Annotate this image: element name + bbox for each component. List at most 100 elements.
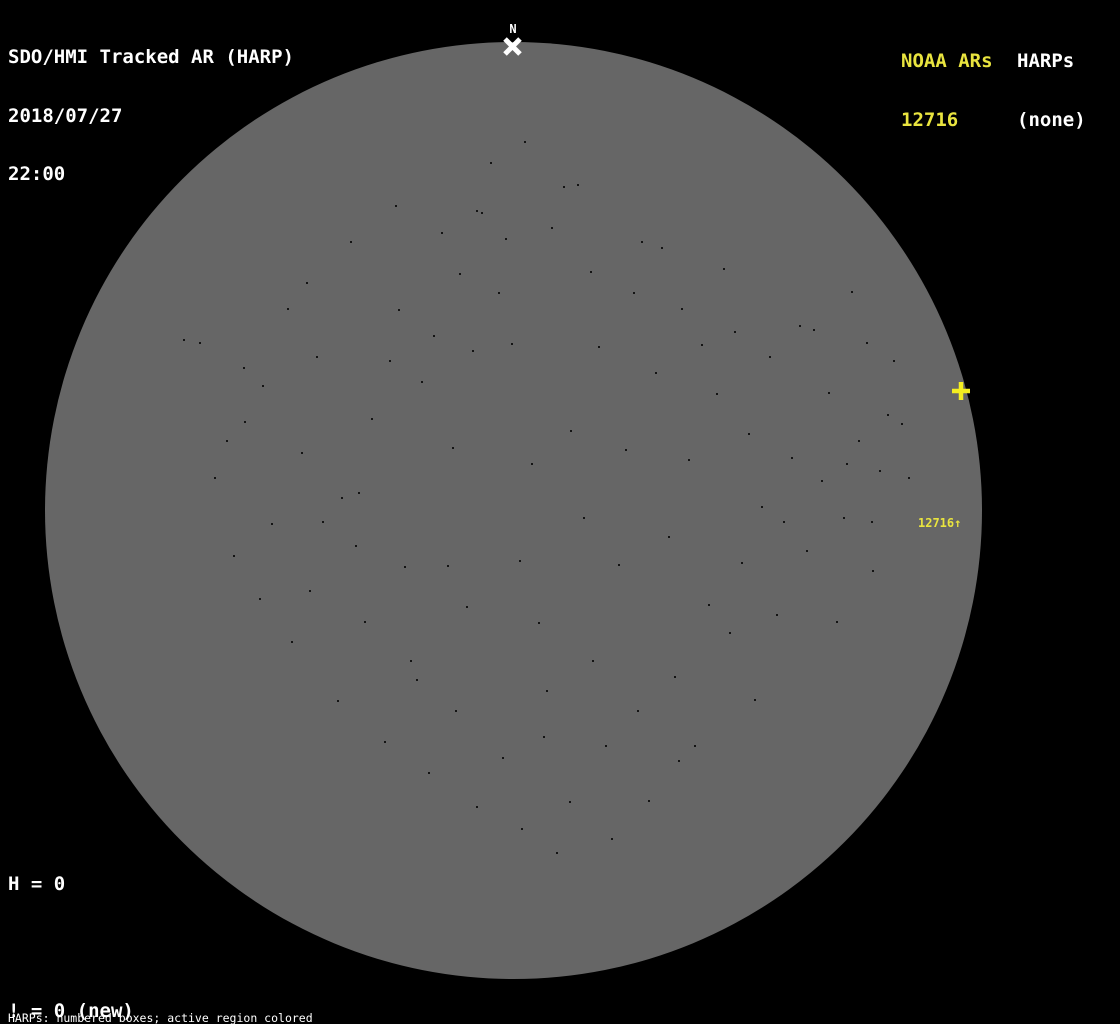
noise-dot <box>633 292 635 294</box>
noise-dot <box>741 562 743 564</box>
noise-dot <box>563 186 565 188</box>
noise-dot <box>556 852 558 854</box>
noise-dot <box>748 433 750 435</box>
noise-dot <box>887 414 889 416</box>
noise-dot <box>611 838 613 840</box>
noise-dot <box>301 452 303 454</box>
noise-dot <box>846 463 848 465</box>
noise-dot <box>872 570 874 572</box>
noise-dot <box>668 536 670 538</box>
noise-dot <box>648 800 650 802</box>
noise-dot <box>490 162 492 164</box>
noise-dot <box>476 210 478 212</box>
north-x-marker-icon <box>503 37 522 56</box>
noise-dot <box>519 560 521 562</box>
caption-harps: HARPs: numbered boxes; active region col… <box>8 1011 313 1024</box>
page-title: SDO/HMI Tracked AR (HARP) <box>8 46 294 68</box>
noise-dot <box>521 828 523 830</box>
noise-dot <box>472 350 474 352</box>
noise-dot <box>404 566 406 568</box>
noise-dot <box>476 806 478 808</box>
noaa-ars-header: NOAA ARs <box>901 50 993 72</box>
noise-dot <box>661 247 663 249</box>
noise-dot <box>337 700 339 702</box>
noise-dot <box>858 440 860 442</box>
noise-dot <box>244 421 246 423</box>
noise-dot <box>893 360 895 362</box>
noise-dot <box>592 660 594 662</box>
harps-header: HARPs <box>1017 50 1075 72</box>
noise-dot <box>625 449 627 451</box>
noise-dot <box>452 447 454 449</box>
noise-dot <box>871 521 873 523</box>
noise-dot <box>309 590 311 592</box>
noise-dot <box>389 360 391 362</box>
noaa-ar-number: 12716 <box>901 108 959 131</box>
noise-dot <box>364 621 366 623</box>
noise-dot <box>674 676 676 678</box>
noise-dot <box>806 550 808 552</box>
noise-dot <box>433 335 435 337</box>
noise-dot <box>358 492 360 494</box>
noise-dot <box>641 241 643 243</box>
noise-dot <box>214 477 216 479</box>
noise-dot <box>243 367 245 369</box>
noise-dot <box>259 598 261 600</box>
noise-dot <box>570 430 572 432</box>
noise-dot <box>350 241 352 243</box>
noise-dot <box>637 710 639 712</box>
noise-dot <box>851 291 853 293</box>
noise-dot <box>416 679 418 681</box>
noise-dot <box>502 757 504 759</box>
caption-block: HARPs: numbered boxes; active region col… <box>8 990 410 1024</box>
noise-dot <box>583 517 585 519</box>
noise-dot <box>316 356 318 358</box>
noise-dot <box>729 632 731 634</box>
noise-dot <box>291 641 293 643</box>
date-label: 2018/07/27 <box>8 104 123 127</box>
noise-dot <box>618 564 620 566</box>
noise-dot <box>716 393 718 395</box>
noise-dot <box>543 736 545 738</box>
noise-dot <box>577 184 579 186</box>
noise-dot <box>799 325 801 327</box>
noise-dot <box>776 614 778 616</box>
noise-dot <box>421 381 423 383</box>
noise-dot <box>459 273 461 275</box>
north-pole-label: N <box>509 22 517 36</box>
noise-dot <box>866 342 868 344</box>
noaa-ars-column: NOAA ARs 12716 <box>901 13 993 169</box>
noise-dot <box>681 308 683 310</box>
noise-dot <box>546 690 548 692</box>
noise-dot <box>901 423 903 425</box>
noise-dot <box>466 606 468 608</box>
noise-dot <box>590 271 592 273</box>
noise-dot <box>511 343 513 345</box>
noise-dot <box>398 309 400 311</box>
noise-dot <box>688 459 690 461</box>
noise-dot <box>783 521 785 523</box>
noise-dot <box>879 470 881 472</box>
noise-dot <box>183 339 185 341</box>
noise-dot <box>226 440 228 442</box>
noise-dot <box>694 745 696 747</box>
noise-dot <box>569 801 571 803</box>
noise-dot <box>836 621 838 623</box>
noise-dot <box>821 480 823 482</box>
legend-line-h: H = 0 <box>8 873 66 895</box>
noise-dot <box>655 372 657 374</box>
noise-dot <box>524 141 526 143</box>
noise-dot <box>455 710 457 712</box>
noise-dot <box>701 344 703 346</box>
noise-dot <box>734 331 736 333</box>
noise-dot <box>769 356 771 358</box>
harps-value: (none) <box>1017 108 1086 131</box>
noise-dot <box>605 745 607 747</box>
noise-dot <box>908 477 910 479</box>
noise-dot <box>708 604 710 606</box>
noaa-ar-cross-icon <box>952 382 970 400</box>
noise-dot <box>322 521 324 523</box>
noise-dot <box>306 282 308 284</box>
noise-dot <box>199 342 201 344</box>
noise-dot <box>754 699 756 701</box>
